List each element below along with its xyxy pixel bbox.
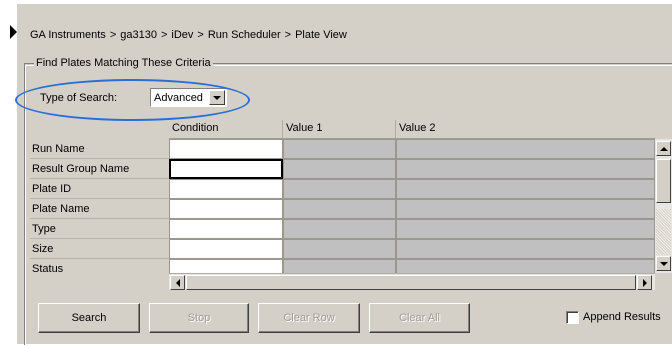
type-of-search-value: Advanced xyxy=(154,91,203,104)
column-header-value-1[interactable]: Value 1 xyxy=(283,120,396,138)
value-1-cell xyxy=(283,159,396,179)
value-2-cell xyxy=(396,199,655,219)
stop-button[interactable]: Stop xyxy=(149,303,249,333)
criteria-table: Run Name Result Group Name Plate ID Plat… xyxy=(30,139,655,273)
row-label: Size xyxy=(30,239,169,259)
arrow-right-icon xyxy=(642,278,647,287)
condition-cell[interactable] xyxy=(169,179,283,199)
scroll-down-button[interactable] xyxy=(656,256,671,271)
condition-cell[interactable] xyxy=(169,259,283,273)
breadcrumb-item[interactable]: ga3130 xyxy=(120,29,157,41)
table-row: Status xyxy=(30,259,655,273)
value-1-cell xyxy=(283,139,396,159)
arrow-down-icon xyxy=(659,261,668,266)
append-results-checkbox[interactable] xyxy=(566,311,579,324)
value-2-cell xyxy=(396,159,655,179)
search-button[interactable]: Search xyxy=(38,303,140,333)
vertical-scrollbar[interactable] xyxy=(655,139,672,273)
breadcrumb: GA Instruments > ga3130 > iDev > Run Scheduler… xyxy=(30,29,347,41)
value-1-cell xyxy=(283,179,396,199)
scroll-up-button[interactable] xyxy=(656,141,671,156)
row-label: Type xyxy=(30,219,169,239)
scroll-left-button[interactable] xyxy=(170,275,185,290)
row-label: Plate ID xyxy=(30,179,169,199)
column-header-condition[interactable]: Condition xyxy=(169,120,283,138)
column-header-value-2[interactable]: Value 2 xyxy=(396,120,655,138)
condition-cell[interactable] xyxy=(169,199,283,219)
table-row: Plate ID xyxy=(30,179,655,199)
row-label: Result Group Name xyxy=(30,159,169,179)
value-1-cell xyxy=(283,259,396,273)
table-row: Type xyxy=(30,219,655,239)
table-row: Run Name xyxy=(30,139,655,159)
row-label: Status xyxy=(30,259,169,273)
table-row: Result Group Name xyxy=(30,159,655,179)
value-2-cell xyxy=(396,239,655,259)
type-of-search-label: Type of Search: xyxy=(40,92,118,104)
scroll-right-button[interactable] xyxy=(637,275,652,290)
value-2-cell xyxy=(396,179,655,199)
value-2-cell xyxy=(396,139,655,159)
value-1-cell xyxy=(283,239,396,259)
arrow-up-icon xyxy=(659,146,668,151)
dropdown-button[interactable] xyxy=(209,90,225,105)
table-row: Size xyxy=(30,239,655,259)
condition-cell[interactable] xyxy=(169,219,283,239)
criteria-legend: Find Plates Matching These Criteria xyxy=(34,57,213,69)
condition-cell[interactable] xyxy=(169,239,283,259)
condition-cell[interactable] xyxy=(169,139,283,159)
value-2-cell xyxy=(396,219,655,239)
clear-all-button[interactable]: Clear All xyxy=(369,303,470,333)
breadcrumb-item[interactable]: GA Instruments xyxy=(30,29,106,41)
row-label: Run Name xyxy=(30,139,169,159)
breadcrumb-separator: > xyxy=(197,29,204,41)
vertical-scroll-track[interactable] xyxy=(656,209,671,255)
horizontal-scrollbar[interactable] xyxy=(169,273,655,290)
breadcrumb-separator: > xyxy=(160,29,168,41)
condition-cell-active[interactable] xyxy=(169,159,283,179)
table-row: Plate Name xyxy=(30,199,655,219)
chevron-down-icon xyxy=(213,95,221,100)
value-1-cell xyxy=(283,219,396,239)
breadcrumb-item-current: Plate View xyxy=(295,29,347,41)
breadcrumb-separator: > xyxy=(284,29,292,41)
value-1-cell xyxy=(283,199,396,219)
append-results-label[interactable]: Append Results xyxy=(583,311,661,323)
row-label: Plate Name xyxy=(30,199,169,219)
vertical-scroll-thumb[interactable] xyxy=(656,159,671,203)
type-of-search-select[interactable]: Advanced xyxy=(150,88,227,107)
breadcrumb-item[interactable]: Run Scheduler xyxy=(208,29,281,41)
arrow-left-icon xyxy=(175,278,180,287)
clear-row-button[interactable]: Clear Row xyxy=(258,303,360,333)
breadcrumb-item[interactable]: iDev xyxy=(171,29,193,41)
collapse-arrow-icon[interactable] xyxy=(10,25,17,39)
value-2-cell xyxy=(396,259,655,273)
breadcrumb-separator: > xyxy=(109,29,117,41)
horizontal-scroll-thumb[interactable] xyxy=(186,275,636,290)
